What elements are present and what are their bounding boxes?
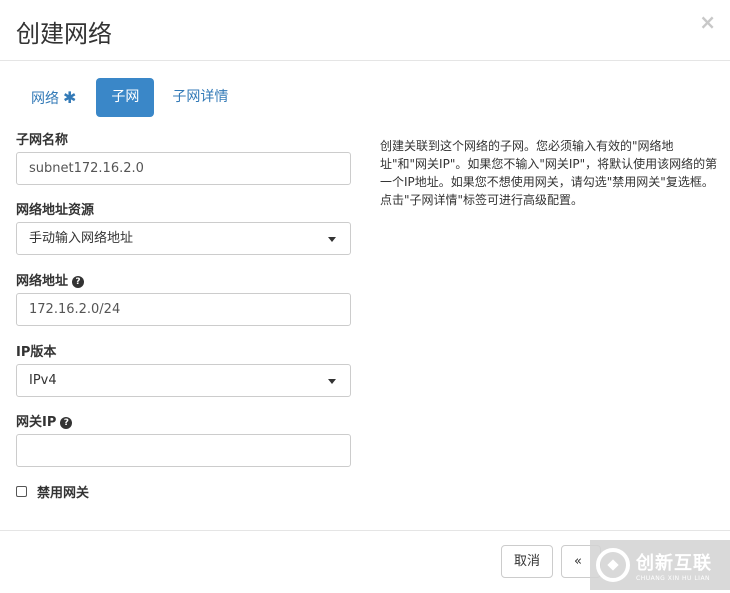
help-icon[interactable]: ? bbox=[72, 276, 85, 288]
subnet-help-text: 创建关联到这个网络的子网。您必须输入有效的"网络地址"和"网关IP"。如果您不输… bbox=[380, 139, 718, 207]
watermark: 创新互联 CHUANG XIN HU LIAN bbox=[590, 540, 730, 590]
disable-gateway-checkbox[interactable] bbox=[16, 486, 27, 497]
watermark-logo-icon bbox=[596, 548, 630, 582]
create-network-dialog: 创建网络 × 网络 ✱ 子网 子网详情 子网名称 subnet172.16.2.0… bbox=[0, 0, 730, 593]
gateway-ip-label: 网关IP? bbox=[16, 411, 73, 430]
subnet-name-label: 子网名称 bbox=[16, 133, 69, 148]
watermark-name: 创新互联 bbox=[636, 552, 712, 574]
tab-subnet[interactable]: 子网 bbox=[96, 78, 155, 117]
network-address-input[interactable]: 172.16.2.0/24 bbox=[16, 293, 351, 326]
network-address-label-text: 网络地址 bbox=[16, 274, 69, 289]
dialog-title: 创建网络 bbox=[16, 20, 112, 48]
help-icon[interactable]: ? bbox=[60, 417, 73, 429]
gateway-ip-label-text: 网关IP bbox=[16, 415, 57, 430]
dialog-header: 创建网络 × bbox=[0, 0, 730, 61]
tab-bar: 网络 ✱ 子网 子网详情 bbox=[16, 78, 244, 117]
ip-version-label: IP版本 bbox=[16, 345, 57, 360]
address-source-select[interactable]: 手动输入网络地址 bbox=[16, 222, 351, 255]
required-icon: ✱ bbox=[63, 88, 77, 107]
network-address-label: 网络地址? bbox=[16, 270, 85, 289]
cancel-button[interactable]: 取消 bbox=[501, 545, 553, 578]
caret-down-icon bbox=[328, 237, 336, 242]
close-icon[interactable]: × bbox=[699, 10, 716, 34]
address-source-value: 手动输入网络地址 bbox=[29, 231, 134, 246]
subnet-name-input[interactable]: subnet172.16.2.0 bbox=[16, 152, 351, 185]
caret-down-icon bbox=[328, 379, 336, 384]
disable-gateway-label: 禁用网关 bbox=[37, 486, 90, 501]
watermark-sub: CHUANG XIN HU LIAN bbox=[636, 574, 711, 582]
gateway-ip-input[interactable] bbox=[16, 434, 351, 467]
tab-network[interactable]: 网络 ✱ bbox=[16, 78, 92, 117]
tab-network-label: 网络 bbox=[31, 91, 59, 107]
address-source-label: 网络地址资源 bbox=[16, 203, 95, 218]
tab-subnet-details[interactable]: 子网详情 bbox=[156, 78, 244, 117]
ip-version-select[interactable]: IPv4 bbox=[16, 364, 351, 397]
ip-version-value: IPv4 bbox=[29, 373, 57, 388]
disable-gateway-row: 禁用网关 bbox=[16, 482, 89, 501]
watermark-text: 创新互联 CHUANG XIN HU LIAN bbox=[636, 549, 712, 582]
